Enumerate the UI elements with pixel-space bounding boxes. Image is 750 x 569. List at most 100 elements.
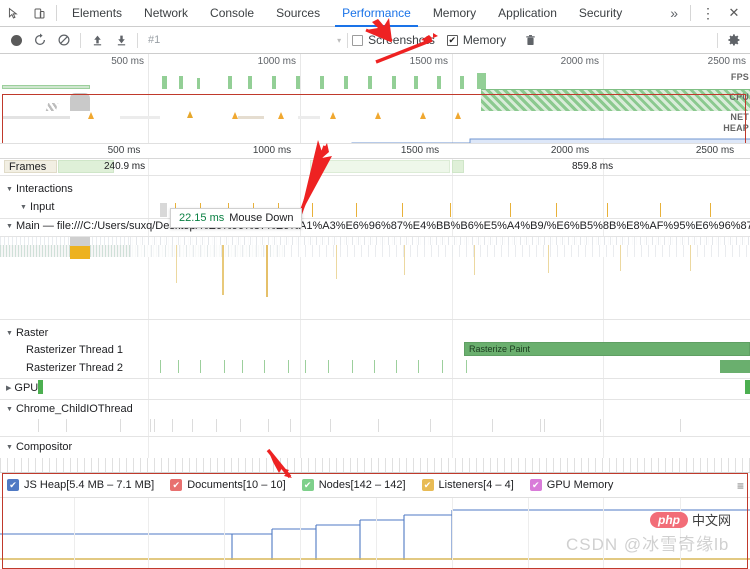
raster-tick[interactable] xyxy=(328,360,329,373)
compositor-band[interactable] xyxy=(0,458,750,472)
main-flame-slice[interactable] xyxy=(176,245,177,283)
track-label-rasterizer-thread-1[interactable]: Rasterizer Thread 1 xyxy=(26,344,123,356)
raster-tick[interactable] xyxy=(396,360,397,373)
io-tick[interactable] xyxy=(492,419,493,432)
frames-chip[interactable] xyxy=(452,160,464,173)
legend-item-gpu-memory[interactable]: ✔ GPU Memory xyxy=(529,479,613,491)
chevron-down-icon[interactable]: ▼ xyxy=(6,406,13,413)
track-label-main[interactable]: ▼ Main — file:///C:/Users/suxq/Desktop/%E… xyxy=(6,220,750,232)
main-flame-slice[interactable] xyxy=(690,245,691,271)
raster-tick[interactable] xyxy=(418,360,419,373)
gpu-event[interactable] xyxy=(745,380,750,394)
input-event-tick[interactable] xyxy=(710,203,711,217)
inspect-element-icon[interactable] xyxy=(0,0,26,26)
io-tick[interactable] xyxy=(600,419,601,432)
input-event-tick[interactable] xyxy=(510,203,511,217)
input-event-tick[interactable] xyxy=(660,203,661,217)
reload-and-record-button[interactable] xyxy=(28,29,52,51)
input-event-block[interactable] xyxy=(160,203,167,217)
io-tick[interactable] xyxy=(150,419,151,432)
gpu-event[interactable] xyxy=(38,380,43,394)
io-tick[interactable] xyxy=(66,419,67,432)
input-event-tick[interactable] xyxy=(356,203,357,217)
main-flame-slice[interactable] xyxy=(474,245,475,275)
io-tick[interactable] xyxy=(430,419,431,432)
raster-tick[interactable] xyxy=(160,360,161,373)
chevron-right-icon[interactable]: ▶ xyxy=(6,384,11,392)
tab-memory[interactable]: Memory xyxy=(422,0,487,27)
tab-security[interactable]: Security xyxy=(568,0,633,27)
flame-chart-tracks[interactable]: Frames 240.9 ms 859.8 ms ▼ Interactions ▼… xyxy=(0,159,750,472)
raster-tick[interactable] xyxy=(200,360,201,373)
clear-recording-button[interactable] xyxy=(52,29,76,51)
raster-tick[interactable] xyxy=(466,360,467,373)
io-tick[interactable] xyxy=(240,419,241,432)
track-label-compositor[interactable]: ▼ Compositor xyxy=(6,441,72,453)
track-label-chrome-childiothread[interactable]: ▼ Chrome_ChildIOThread xyxy=(6,403,133,415)
close-icon[interactable]: ✕ xyxy=(721,0,747,26)
io-tick[interactable] xyxy=(172,419,173,432)
save-profile-button[interactable] xyxy=(109,29,133,51)
js-heap-checkbox[interactable]: ✔ xyxy=(7,479,19,491)
nodes-checkbox[interactable]: ✔ xyxy=(301,479,314,491)
io-tick[interactable] xyxy=(154,419,155,432)
tab-overflow-chevron-icon[interactable]: » xyxy=(662,0,686,27)
memory-counters-panel[interactable]: ✔ JS Heap[5.4 MB – 7.1 MB] ✔ Documents[1… xyxy=(0,472,750,569)
io-tick[interactable] xyxy=(544,419,545,432)
main-flame-event[interactable] xyxy=(70,237,90,246)
io-tick[interactable] xyxy=(216,419,217,432)
input-event-tick[interactable] xyxy=(402,203,403,217)
track-label-rasterizer-thread-2[interactable]: Rasterizer Thread 2 xyxy=(26,362,123,374)
input-event-tick[interactable] xyxy=(607,203,608,217)
chevron-down-icon[interactable]: ▼ xyxy=(6,223,13,230)
io-tick[interactable] xyxy=(540,419,541,432)
chevron-down-icon[interactable]: ▼ xyxy=(6,186,13,193)
raster-tick[interactable] xyxy=(224,360,225,373)
raster-tick[interactable] xyxy=(352,360,353,373)
tab-elements[interactable]: Elements xyxy=(61,0,133,27)
main-flame-event[interactable] xyxy=(70,246,90,259)
device-toolbar-icon[interactable] xyxy=(26,0,52,26)
memory-chart[interactable]: CSDN @冰雪奇缘lb php 中文网 xyxy=(0,497,750,569)
raster-tick[interactable] xyxy=(242,360,243,373)
io-tick[interactable] xyxy=(38,419,39,432)
input-event-tick[interactable] xyxy=(312,203,313,217)
input-event-tick[interactable] xyxy=(556,203,557,217)
memory-option[interactable]: Memory xyxy=(446,33,506,47)
tab-network[interactable]: Network xyxy=(133,0,199,27)
track-label-input[interactable]: ▼ Input xyxy=(20,201,54,213)
main-flame-slice[interactable] xyxy=(266,245,268,297)
profile-selector[interactable]: #1 xyxy=(142,34,166,46)
chevron-down-icon[interactable]: ▼ xyxy=(20,204,27,211)
raster-tick[interactable] xyxy=(264,360,265,373)
load-profile-button[interactable] xyxy=(85,29,109,51)
raster-tick[interactable] xyxy=(288,360,289,373)
raster-tick[interactable] xyxy=(442,360,443,373)
tab-application[interactable]: Application xyxy=(487,0,568,27)
record-button[interactable] xyxy=(4,29,28,51)
more-options-kebab-icon[interactable]: ⋮ xyxy=(695,0,721,26)
track-label-interactions[interactable]: ▼ Interactions xyxy=(6,183,73,195)
rasterizer-thread-2-event[interactable] xyxy=(720,360,750,373)
tab-sources[interactable]: Sources xyxy=(265,0,331,27)
listeners-checkbox[interactable]: ✔ xyxy=(421,479,434,491)
memory-menu-icon[interactable]: ≡ xyxy=(737,479,744,493)
chevron-down-icon[interactable]: ▾ xyxy=(337,36,341,45)
main-flame-slice[interactable] xyxy=(620,245,621,271)
rasterize-paint-event[interactable]: Rasterize Paint xyxy=(464,342,750,356)
io-tick[interactable] xyxy=(378,419,379,432)
tab-performance[interactable]: Performance xyxy=(331,0,422,27)
collect-garbage-button[interactable] xyxy=(518,29,542,51)
main-flame-slice[interactable] xyxy=(404,245,405,275)
legend-item-listeners[interactable]: ✔ Listeners[4 – 4] xyxy=(421,479,514,491)
legend-item-js-heap[interactable]: ✔ JS Heap[5.4 MB – 7.1 MB] xyxy=(7,479,154,491)
chevron-down-icon[interactable]: ▼ xyxy=(6,444,13,451)
gpu-memory-checkbox[interactable]: ✔ xyxy=(529,479,542,491)
io-tick[interactable] xyxy=(330,419,331,432)
raster-tick[interactable] xyxy=(305,360,306,373)
legend-item-nodes[interactable]: ✔ Nodes[142 – 142] xyxy=(301,479,406,491)
main-flame-band[interactable] xyxy=(130,237,750,245)
memory-checkbox[interactable] xyxy=(446,34,458,46)
io-tick[interactable] xyxy=(192,419,193,432)
documents-checkbox[interactable]: ✔ xyxy=(170,479,183,491)
